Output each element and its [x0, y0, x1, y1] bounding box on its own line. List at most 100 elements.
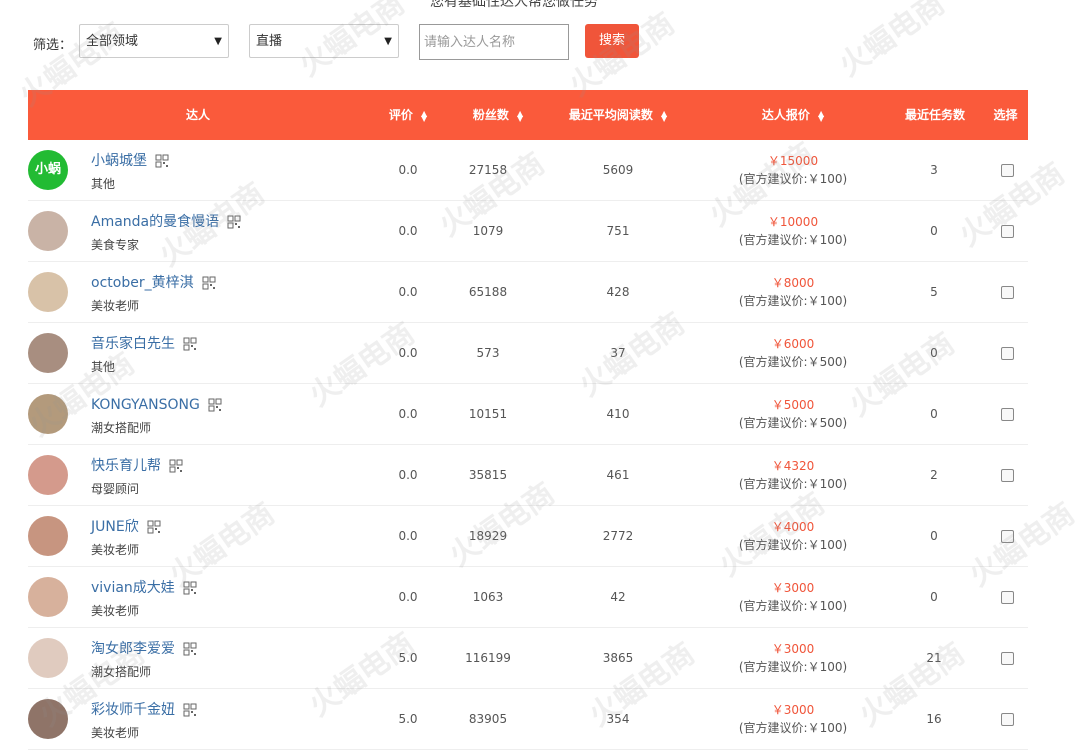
rating-value: 0.0 [398, 346, 418, 360]
rating-value: 0.0 [398, 590, 418, 604]
qr-code-icon[interactable] [183, 703, 197, 717]
tasks-value: 0 [930, 529, 938, 543]
select-checkbox[interactable] [1001, 347, 1014, 360]
avatar[interactable]: 小蜗 [28, 150, 68, 190]
qr-code-icon[interactable] [169, 459, 183, 473]
header-quote[interactable]: 达人报价 ▲ ▼ [743, 90, 843, 140]
sort-icon: ▲ ▼ [421, 108, 428, 123]
domain-select-value: 全部领域 [86, 34, 139, 49]
reads-value: 428 [606, 285, 630, 299]
reads-value: 461 [606, 468, 630, 482]
rating-value: 0.0 [398, 529, 418, 543]
qr-code-icon[interactable] [183, 581, 197, 595]
influencer-category: 潮女搭配师 [91, 421, 152, 435]
avatar[interactable] [28, 699, 68, 739]
influencer-name-link[interactable]: KONGYANSONG [91, 397, 200, 413]
avatar[interactable] [28, 272, 68, 312]
qr-code-icon[interactable] [183, 642, 197, 656]
sort-icon: ▲ ▼ [818, 108, 825, 123]
table-header: 达人 评价 ▲ ▼ 粉丝数 ▲ ▼ 最近平均阅读数 ▲ ▼ 达人报价 ▲ ▼ 最近任务数… [28, 90, 1028, 140]
fans-value: 65188 [468, 285, 508, 299]
domain-select[interactable]: 全部领域 ▼ [79, 24, 229, 58]
select-checkbox[interactable] [1001, 469, 1014, 482]
select-checkbox[interactable] [1001, 164, 1014, 177]
table-row: KONGYANSONG 潮女搭配师 0.0 10151 410 ￥5000 (官方… [28, 384, 1028, 445]
avatar[interactable] [28, 333, 68, 373]
influencer-category: 母婴顾问 [91, 482, 140, 496]
avatar[interactable] [28, 577, 68, 617]
influencer-category: 美食专家 [91, 238, 140, 252]
influencer-name-link[interactable]: 音乐家白先生 [91, 336, 175, 352]
rating-value: 5.0 [398, 712, 418, 726]
watermark: 火蝠电商 [832, 0, 952, 84]
influencer-name-link[interactable]: Amanda的曼食慢语 [91, 214, 219, 230]
fans-value: 1063 [472, 590, 504, 604]
influencer-name-link[interactable]: 彩妆师千金妞 [91, 702, 175, 718]
table-row: 小蜗 小蜗城堡 其他 0.0 27158 5609 ￥15000 (官方建议价:￥… [28, 140, 1028, 201]
select-checkbox[interactable] [1001, 591, 1014, 604]
sort-icon: ▲ ▼ [517, 108, 524, 123]
price-value: ￥10000 [767, 215, 819, 229]
table-body: 小蜗 小蜗城堡 其他 0.0 27158 5609 ￥15000 (官方建议价:￥… [28, 140, 1028, 750]
price-value: ￥6000 [771, 337, 815, 351]
table-row: 音乐家白先生 其他 0.0 573 37 ￥6000 (官方建议价:￥500) 0 [28, 323, 1028, 384]
influencer-name-link[interactable]: october_黄梓淇 [91, 275, 194, 291]
reads-value: 37 [610, 346, 626, 360]
price-value: ￥3000 [771, 703, 815, 717]
influencer-name-link[interactable]: 淘女郎李爱爱 [91, 641, 175, 657]
header-select: 选择 [993, 108, 1018, 122]
select-checkbox[interactable] [1001, 652, 1014, 665]
influencer-search-input[interactable] [419, 24, 569, 60]
influencer-name-link[interactable]: vivian成大娃 [91, 580, 175, 596]
avatar[interactable] [28, 211, 68, 251]
influencer-table: 达人 评价 ▲ ▼ 粉丝数 ▲ ▼ 最近平均阅读数 ▲ ▼ 达人报价 ▲ ▼ 最近任务数… [28, 90, 1028, 750]
qr-code-icon[interactable] [202, 276, 216, 290]
suggested-price: (官方建议价:￥500) [738, 355, 848, 369]
select-checkbox[interactable] [1001, 530, 1014, 543]
tasks-value: 3 [930, 163, 938, 177]
fans-value: 10151 [468, 407, 508, 421]
price-value: ￥8000 [771, 276, 815, 290]
header-reads-label: 最近平均阅读数 [568, 108, 653, 122]
dropdown-arrow-icon: ▼ [384, 36, 392, 47]
suggested-price: (官方建议价:￥100) [738, 172, 848, 186]
header-influencer: 达人 [185, 108, 210, 122]
avatar[interactable] [28, 394, 68, 434]
fans-value: 27158 [468, 163, 508, 177]
avatar[interactable] [28, 638, 68, 678]
tasks-value: 0 [930, 224, 938, 238]
influencer-name-link[interactable]: 快乐育儿帮 [91, 458, 161, 474]
select-checkbox[interactable] [1001, 286, 1014, 299]
header-tasks: 最近任务数 [904, 108, 965, 122]
qr-code-icon[interactable] [208, 398, 222, 412]
fans-value: 83905 [468, 712, 508, 726]
reads-value: 410 [606, 407, 630, 421]
select-checkbox[interactable] [1001, 225, 1014, 238]
suggested-price: (官方建议价:￥100) [738, 538, 848, 552]
fans-value: 18929 [468, 529, 508, 543]
reads-value: 42 [610, 590, 626, 604]
price-value: ￥4000 [771, 520, 815, 534]
avatar[interactable] [28, 516, 68, 556]
tasks-value: 21 [926, 651, 942, 665]
qr-code-icon[interactable] [227, 215, 241, 229]
header-fans[interactable]: 粉丝数 ▲ ▼ [448, 90, 548, 140]
influencer-name-link[interactable]: JUNE欣 [91, 519, 139, 535]
search-button[interactable]: 搜索 [585, 24, 639, 58]
qr-code-icon[interactable] [155, 154, 169, 168]
avatar[interactable] [28, 455, 68, 495]
qr-code-icon[interactable] [183, 337, 197, 351]
filter-label: 筛选： [33, 38, 73, 53]
qr-code-icon[interactable] [147, 520, 161, 534]
select-checkbox[interactable] [1001, 713, 1014, 726]
header-rating[interactable]: 评价 ▲ ▼ [373, 90, 443, 140]
price-value: ￥3000 [771, 581, 815, 595]
influencer-category: 美妆老师 [91, 604, 140, 618]
tasks-value: 0 [930, 346, 938, 360]
type-select[interactable]: 直播 ▼ [249, 24, 399, 58]
select-checkbox[interactable] [1001, 408, 1014, 421]
influencer-name-link[interactable]: 小蜗城堡 [91, 153, 147, 169]
header-reads[interactable]: 最近平均阅读数 ▲ ▼ [558, 90, 678, 140]
fans-value: 1079 [472, 224, 504, 238]
influencer-category: 美妆老师 [91, 726, 140, 740]
